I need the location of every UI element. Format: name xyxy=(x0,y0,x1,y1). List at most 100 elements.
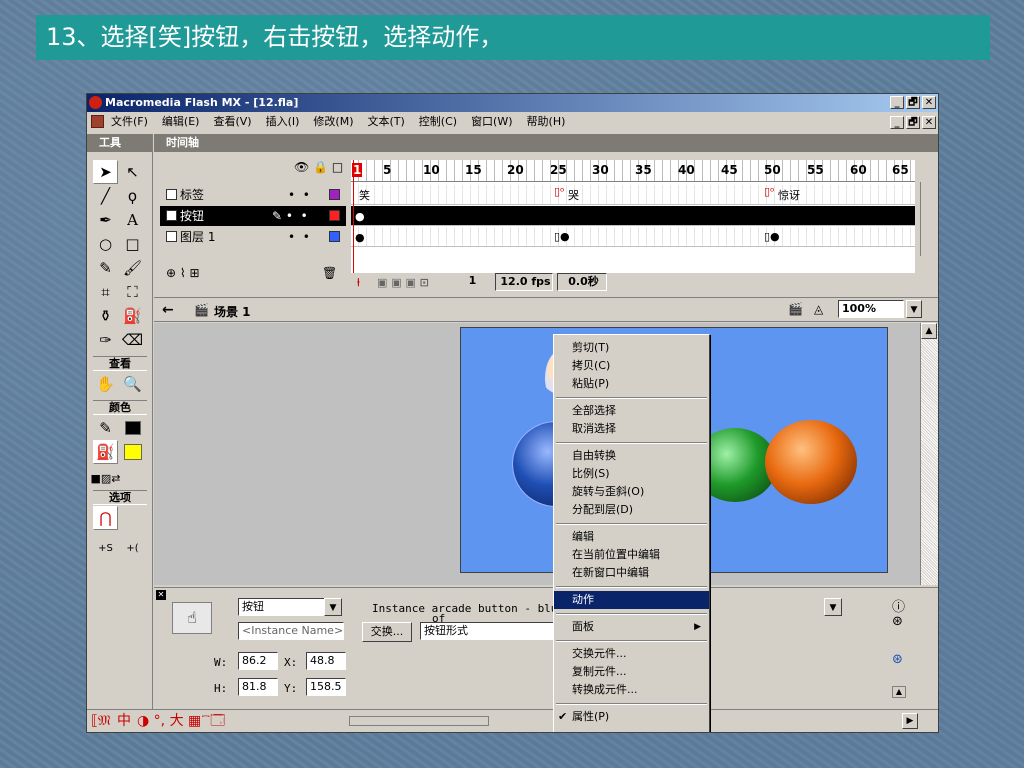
menu-select-all[interactable]: 全部选择 xyxy=(554,402,709,420)
hand-tool-icon[interactable]: ✋ xyxy=(93,372,118,396)
close-button[interactable]: ✕ xyxy=(922,96,936,109)
edit-scene-icon[interactable]: 🎬 xyxy=(788,302,803,316)
menu-view[interactable]: 查看(V) xyxy=(211,112,253,131)
menu-edit-new-window[interactable]: 在新窗口中编辑 xyxy=(554,564,709,582)
frame-row-layer1[interactable]: ● ▯● ▯● xyxy=(351,227,915,247)
text-tool-icon[interactable]: A xyxy=(120,208,145,232)
subselect-tool-icon[interactable]: ↖ xyxy=(120,160,145,184)
menu-cut[interactable]: 剪切(T) xyxy=(554,339,709,357)
x-input[interactable]: 48.8 xyxy=(306,652,346,670)
menu-paste[interactable]: 粘贴(P) xyxy=(554,375,709,393)
pencil-tool-icon[interactable]: ✎ xyxy=(93,256,118,280)
hscroll-thumb[interactable] xyxy=(349,716,489,726)
color-dropdown-icon[interactable]: ▼ xyxy=(824,598,842,616)
back-arrow-icon[interactable]: ← xyxy=(162,302,174,318)
menu-scale[interactable]: 比例(S) xyxy=(554,465,709,483)
eye-icon[interactable]: 👁 xyxy=(294,160,309,174)
timeline-header[interactable]: 时间轴 xyxy=(154,134,938,152)
layer-row-labels[interactable]: 标签 • • xyxy=(160,185,346,205)
swap-button[interactable]: 交换... xyxy=(362,622,412,642)
restore-button[interactable]: 🗗 xyxy=(906,96,920,109)
snap-magnet-icon[interactable]: ⋂ xyxy=(93,506,118,530)
lasso-tool-icon[interactable]: ϙ xyxy=(120,184,145,208)
center-frame-icon[interactable]: ⍿ xyxy=(357,276,360,290)
accessibility-icon[interactable]: ⊛ xyxy=(892,652,903,667)
straighten-icon[interactable]: +( xyxy=(120,536,145,560)
doc-restore-button[interactable]: 🗗 xyxy=(906,116,920,129)
menu-modify[interactable]: 修改(M) xyxy=(311,112,355,131)
menu-window[interactable]: 窗口(W) xyxy=(469,112,514,131)
orange-button-instance[interactable] xyxy=(765,420,857,504)
ime-mode[interactable]: 中 xyxy=(117,710,131,732)
doc-minimize-button[interactable]: _ xyxy=(890,116,904,129)
ime-symbols[interactable]: ◑ °, 大 ▦ ꙯ 🗔 xyxy=(137,710,225,732)
zoom-dropdown-icon[interactable]: ▼ xyxy=(906,300,922,318)
scroll-up-icon[interactable]: ▲ xyxy=(921,323,937,339)
menu-deselect[interactable]: 取消选择 xyxy=(554,420,709,438)
menu-help[interactable]: 帮助(H) xyxy=(525,112,568,131)
width-input[interactable]: 86.2 xyxy=(238,652,278,670)
playhead[interactable] xyxy=(353,160,354,273)
frame-row-labels[interactable]: 笑 ▯ᵒ 哭 ▯ᵒ 惊讶 xyxy=(351,185,915,205)
menu-copy[interactable]: 拷贝(C) xyxy=(554,357,709,375)
menu-edit[interactable]: 编辑 xyxy=(554,528,709,546)
color-mode-icons[interactable]: ■▨⇄ xyxy=(91,466,121,490)
stroke-color-swatch[interactable] xyxy=(120,416,145,440)
y-input[interactable]: 158.5 xyxy=(306,678,346,696)
layer-color-swatch[interactable] xyxy=(329,189,340,200)
window-titlebar[interactable]: Macromedia Flash MX - [12.fla] _ 🗗 ✕ xyxy=(87,94,938,112)
collapse-icon[interactable]: ✕ xyxy=(156,590,166,600)
eraser-tool-icon[interactable]: ⌫ xyxy=(120,328,145,352)
layer-color-swatch[interactable] xyxy=(329,210,340,221)
menu-text[interactable]: 文本(T) xyxy=(365,112,406,131)
eyedropper-tool-icon[interactable]: ✑ xyxy=(93,328,118,352)
tools-panel-header[interactable]: 工具 xyxy=(87,134,152,152)
layer-visibility-dots[interactable]: • • xyxy=(288,227,310,247)
outline-icon[interactable]: □ xyxy=(332,160,343,174)
type-dropdown-icon[interactable]: ▼ xyxy=(324,598,342,616)
onion-skin-icons[interactable]: ▣ ▣ ▣ ⊡ xyxy=(377,276,429,289)
zoom-tool-icon[interactable]: 🔍 xyxy=(120,372,145,396)
arrow-tool-icon[interactable]: ➤ xyxy=(93,160,118,184)
minimize-button[interactable]: _ xyxy=(890,96,904,109)
brush-tool-icon[interactable]: 🖌 xyxy=(120,256,145,280)
timeline-vscroll[interactable] xyxy=(920,182,938,256)
menu-distribute-layers[interactable]: 分配到层(D) xyxy=(554,501,709,519)
scene-name[interactable]: 场景 1 xyxy=(214,303,251,320)
layer-visibility-dots[interactable]: ✎ • • xyxy=(272,206,308,226)
fill-color-swatch[interactable] xyxy=(120,440,145,464)
smooth-icon[interactable]: +S xyxy=(93,536,118,560)
menu-file[interactable]: 文件(F) xyxy=(109,112,150,131)
symbol-type-select[interactable]: 按钮 xyxy=(238,598,328,616)
instance-name-input[interactable]: <Instance Name> xyxy=(238,622,344,640)
add-layer-icons[interactable]: ⊕ ⌇ ⊞ xyxy=(166,266,200,280)
menu-actions[interactable]: 动作 xyxy=(554,591,709,609)
menu-free-transform[interactable]: 自由转换 xyxy=(554,447,709,465)
expand-icon[interactable]: ▲ xyxy=(892,686,906,698)
stage-vscroll[interactable]: ▲ xyxy=(920,323,938,585)
pen-tool-icon[interactable]: ✒ xyxy=(93,208,118,232)
menu-convert-symbol[interactable]: 转换成元件... xyxy=(554,681,709,699)
help-icon[interactable]: ⓘ xyxy=(892,596,905,615)
menu-edit-in-place[interactable]: 在当前位置中编辑 xyxy=(554,546,709,564)
frames-area[interactable]: 1 5 10 15 20 25 30 35 40 45 50 55 60 65 … xyxy=(351,160,915,273)
edit-symbol-icon[interactable]: ◬ xyxy=(814,302,823,316)
rectangle-tool-icon[interactable]: □ xyxy=(120,232,145,256)
layer-color-swatch[interactable] xyxy=(329,231,340,242)
menu-properties[interactable]: ✔ 属性(P) xyxy=(554,708,709,726)
doc-close-button[interactable]: ✕ xyxy=(922,116,936,129)
layer-row-buttons[interactable]: 按钮 ✎ • • xyxy=(160,206,346,226)
free-transform-tool-icon[interactable]: ⌗ xyxy=(93,280,118,304)
menu-insert[interactable]: 插入(I) xyxy=(264,112,302,131)
oval-tool-icon[interactable]: ○ xyxy=(93,232,118,256)
scroll-right-icon[interactable]: ▶ xyxy=(902,713,918,729)
layer-row-layer1[interactable]: 图层 1 • • xyxy=(160,227,346,247)
line-tool-icon[interactable]: ╱ xyxy=(93,184,118,208)
menu-swap-symbol[interactable]: 交换元件... xyxy=(554,645,709,663)
menu-edit[interactable]: 编辑(E) xyxy=(160,112,202,131)
menu-duplicate-symbol[interactable]: 复制元件... xyxy=(554,663,709,681)
options-icon[interactable]: ⊛ xyxy=(892,614,903,629)
menu-panels[interactable]: 面板 ▶ xyxy=(554,618,709,636)
behavior-field[interactable]: 按钮形式 xyxy=(420,622,560,640)
menu-rotate-skew[interactable]: 旋转与歪斜(O) xyxy=(554,483,709,501)
